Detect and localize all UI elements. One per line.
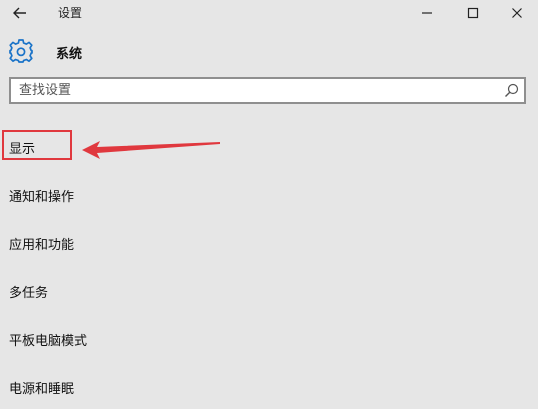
nav-item-power-sleep[interactable]: 电源和睡眠 <box>0 366 300 406</box>
minimize-icon <box>422 12 432 14</box>
nav-item-label: 多任务 <box>9 286 49 301</box>
nav-item-label: 电源和睡眠 <box>9 382 75 397</box>
maximize-button[interactable] <box>456 0 490 26</box>
nav-item-label: 平板电脑模式 <box>9 334 88 349</box>
nav-item-label: 通知和操作 <box>9 190 75 205</box>
maximize-icon <box>467 7 479 19</box>
minimize-button[interactable] <box>410 0 444 26</box>
close-button[interactable] <box>500 0 534 26</box>
back-arrow-icon <box>13 7 26 19</box>
page-header: 系统 <box>0 36 538 68</box>
search-box[interactable] <box>9 77 526 104</box>
window-title: 设置 <box>58 6 83 20</box>
search-icon[interactable] <box>503 82 520 99</box>
title-bar: 设置 <box>0 0 538 26</box>
page-title: 系统 <box>56 47 83 62</box>
back-button[interactable] <box>6 0 34 26</box>
nav-item-apps-features[interactable]: 应用和功能 <box>0 222 300 262</box>
nav-item-tablet-mode[interactable]: 平板电脑模式 <box>0 318 300 358</box>
gear-icon <box>9 39 33 63</box>
nav-item-multitasking[interactable]: 多任务 <box>0 270 300 310</box>
search-input[interactable] <box>11 79 491 102</box>
nav-item-label: 应用和功能 <box>9 238 75 253</box>
annotation-arrow-icon <box>82 141 220 159</box>
annotation-highlight-box <box>2 130 72 160</box>
close-icon <box>512 8 522 18</box>
nav-item-notifications[interactable]: 通知和操作 <box>0 174 300 214</box>
